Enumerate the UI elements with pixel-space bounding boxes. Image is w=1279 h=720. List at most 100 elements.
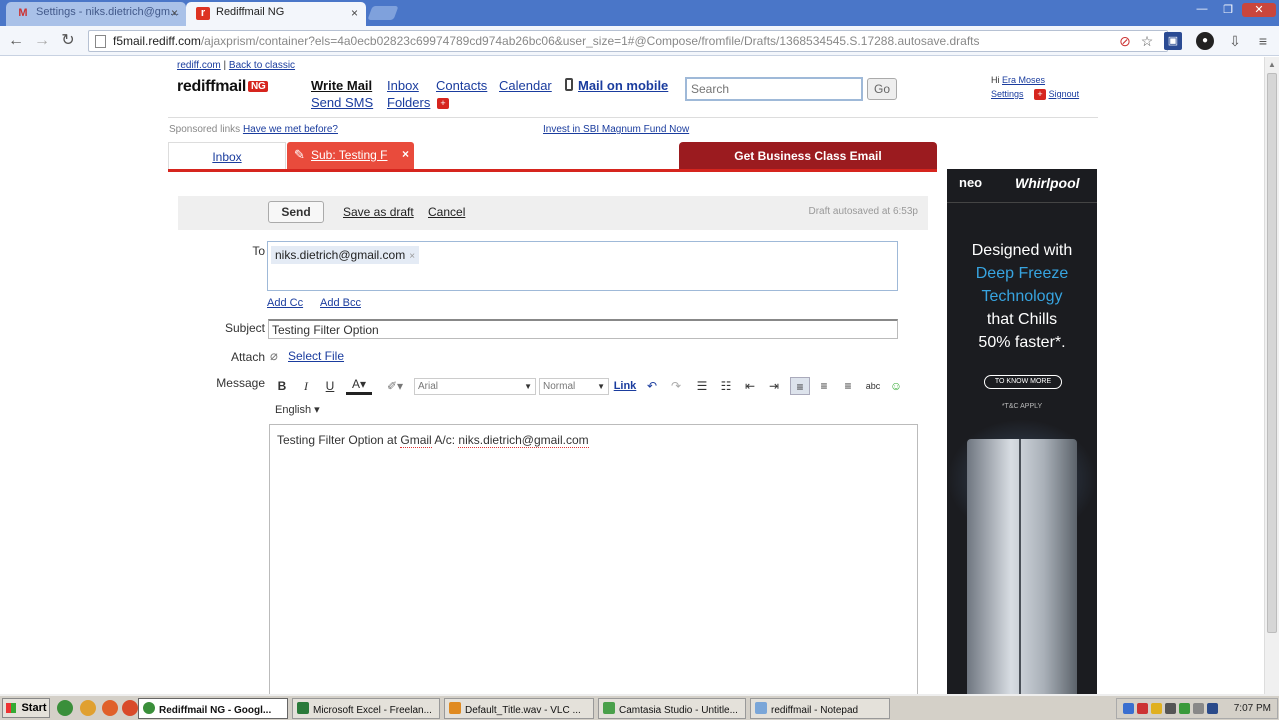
popup-blocked-icon[interactable]: ⊘ xyxy=(1116,32,1134,50)
taskbar-item-chrome[interactable]: Rediffmail NG - Googl... xyxy=(138,698,288,719)
calendar-link[interactable]: Calendar xyxy=(499,78,552,93)
tray-app-icon[interactable] xyxy=(1179,703,1190,714)
inbox-link[interactable]: Inbox xyxy=(387,78,419,93)
highlight-icon[interactable]: ✐▾ xyxy=(382,377,408,395)
ad-know-more-button[interactable]: TO KNOW MORE xyxy=(984,375,1062,389)
indent-icon[interactable]: ⇥ xyxy=(766,377,782,395)
maximize-window-icon[interactable]: ❐ xyxy=(1216,3,1240,17)
url-host: f5mail.rediff.com xyxy=(113,34,201,48)
align-center-icon[interactable]: ≡ xyxy=(816,377,832,395)
rediffmail-logo[interactable]: rediffmail NG xyxy=(177,78,269,96)
folders-link[interactable]: Folders xyxy=(387,95,430,110)
bookmark-star-icon[interactable]: ☆ xyxy=(1138,32,1156,50)
download-icon[interactable]: ⇩ xyxy=(1226,32,1244,50)
firefox-quicklaunch-icon[interactable] xyxy=(102,700,118,716)
add-cc-link[interactable]: Add Cc xyxy=(267,297,303,309)
menu-wrench-icon[interactable]: ≡ xyxy=(1254,32,1272,50)
mail-on-mobile-link[interactable]: Mail on mobile xyxy=(578,78,668,93)
send-sms-link[interactable]: Send SMS xyxy=(311,95,373,110)
undo-icon[interactable]: ↶ xyxy=(644,377,660,395)
close-tab-icon[interactable]: × xyxy=(171,6,178,20)
sponsored-ad-link[interactable]: Have we met before? xyxy=(243,124,338,135)
font-family-select[interactable]: Arial ▼ xyxy=(414,378,536,395)
align-left-icon[interactable]: ≡ xyxy=(790,377,810,395)
rediff-home-link[interactable]: rediff.com xyxy=(177,60,221,71)
forward-icon[interactable]: → xyxy=(32,31,52,51)
smiley-icon[interactable]: ☺ xyxy=(888,377,904,395)
close-tab-icon[interactable]: × xyxy=(351,6,358,20)
tab-compose-draft[interactable]: ✎ Sub: Testing F × xyxy=(287,142,414,169)
tray-app-icon[interactable] xyxy=(1151,703,1162,714)
taskbar-item-vlc[interactable]: Default_Title.wav - VLC ... xyxy=(444,698,594,719)
bullet-list-icon[interactable]: ☰ xyxy=(694,377,710,395)
align-right-icon[interactable]: ≡ xyxy=(840,377,856,395)
page-scrollbar[interactable]: ▲ xyxy=(1264,57,1279,694)
numbered-list-icon[interactable]: ☷ xyxy=(718,377,734,395)
remove-recipient-icon[interactable]: × xyxy=(409,251,415,262)
extension-icon[interactable]: ▣ xyxy=(1164,32,1182,50)
minimize-window-icon[interactable]: — xyxy=(1190,3,1214,17)
tab-inbox[interactable]: Inbox xyxy=(168,142,286,169)
folder-quicklaunch-icon[interactable] xyxy=(80,700,96,716)
tray-app-icon[interactable] xyxy=(1123,703,1134,714)
taskbar-item-camtasia[interactable]: Camtasia Studio - Untitle... xyxy=(598,698,746,719)
taskbar-item-notepad[interactable]: rediffmail - Notepad xyxy=(750,698,890,719)
app-quicklaunch-icon[interactable] xyxy=(122,700,138,716)
address-bar[interactable]: f5mail.rediff.com/ajaxprism/container?el… xyxy=(88,30,1168,52)
settings-expand-icon[interactable]: + xyxy=(1034,89,1046,100)
business-email-button[interactable]: Get Business Class Email xyxy=(679,142,937,169)
extension-circle-icon[interactable]: ● xyxy=(1196,32,1214,50)
gmail-icon: M xyxy=(18,7,28,19)
reload-icon[interactable]: ↻ xyxy=(58,31,78,51)
insert-link-button[interactable]: Link xyxy=(612,377,638,395)
send-button[interactable]: Send xyxy=(268,201,324,223)
network-icon[interactable] xyxy=(1207,703,1218,714)
whirlpool-ad-banner[interactable]: neo Whirlpool Designed with Deep Freeze … xyxy=(947,169,1097,694)
spellcheck-icon[interactable]: abc xyxy=(864,377,882,395)
folders-expand-icon[interactable]: + xyxy=(437,98,449,109)
search-input[interactable] xyxy=(685,77,863,101)
search-go-button[interactable]: Go xyxy=(867,78,897,100)
write-mail-link[interactable]: Write Mail xyxy=(311,78,372,93)
chrome-icon xyxy=(143,702,155,714)
bold-icon[interactable]: B xyxy=(274,377,290,395)
tray-app-icon[interactable] xyxy=(1165,703,1176,714)
text-color-icon[interactable]: A▾ xyxy=(346,377,372,395)
scroll-up-icon[interactable]: ▲ xyxy=(1268,60,1276,69)
back-icon[interactable]: ← xyxy=(6,31,26,51)
save-draft-link[interactable]: Save as draft xyxy=(343,205,414,219)
language-select[interactable]: English ▾ xyxy=(275,403,320,416)
signout-link[interactable]: Signout xyxy=(1049,89,1080,99)
close-tab-icon[interactable]: × xyxy=(402,147,409,161)
recipient-chip[interactable]: niks.dietrich@gmail.com × xyxy=(271,246,420,264)
user-name-link[interactable]: Era Moses xyxy=(1002,75,1045,85)
chevron-down-icon: ▾ xyxy=(314,404,320,416)
taskbar-item-excel[interactable]: Microsoft Excel - Freelan... xyxy=(292,698,440,719)
browser-tab-rediffmail[interactable]: r Rediffmail NG × xyxy=(186,2,366,26)
outdent-icon[interactable]: ⇤ xyxy=(742,377,758,395)
sbi-ad-link[interactable]: Invest in SBI Magnum Fund Now xyxy=(543,124,689,135)
close-window-icon[interactable]: ✕ xyxy=(1242,3,1276,17)
paperclip-icon: ⌀ xyxy=(270,348,278,363)
tray-app-icon[interactable] xyxy=(1137,703,1148,714)
message-body-editor[interactable]: Testing Filter Option at Gmail A/c: niks… xyxy=(269,424,918,694)
select-file-link[interactable]: Select File xyxy=(288,349,344,363)
italic-icon[interactable]: I xyxy=(298,377,314,395)
underline-icon[interactable]: U xyxy=(322,377,338,395)
cancel-link[interactable]: Cancel xyxy=(428,205,465,219)
chrome-quicklaunch-icon[interactable] xyxy=(57,700,73,716)
add-bcc-link[interactable]: Add Bcc xyxy=(320,297,361,309)
scrollbar-thumb[interactable] xyxy=(1267,73,1277,633)
redo-icon[interactable]: ↷ xyxy=(668,377,684,395)
contacts-link[interactable]: Contacts xyxy=(436,78,487,93)
settings-link[interactable]: Settings xyxy=(991,89,1024,99)
mobile-phone-icon xyxy=(565,78,573,91)
font-size-select[interactable]: Normal ▼ xyxy=(539,378,609,395)
browser-tab-gmail-settings[interactable]: M Settings - niks.dietrich@gm... × xyxy=(6,2,186,26)
volume-icon[interactable] xyxy=(1193,703,1204,714)
subject-input[interactable] xyxy=(268,319,898,339)
start-button[interactable]: Start xyxy=(2,698,50,718)
new-tab-button[interactable] xyxy=(367,6,399,20)
to-field[interactable]: niks.dietrich@gmail.com × xyxy=(267,241,898,291)
back-to-classic-link[interactable]: Back to classic xyxy=(229,60,295,71)
